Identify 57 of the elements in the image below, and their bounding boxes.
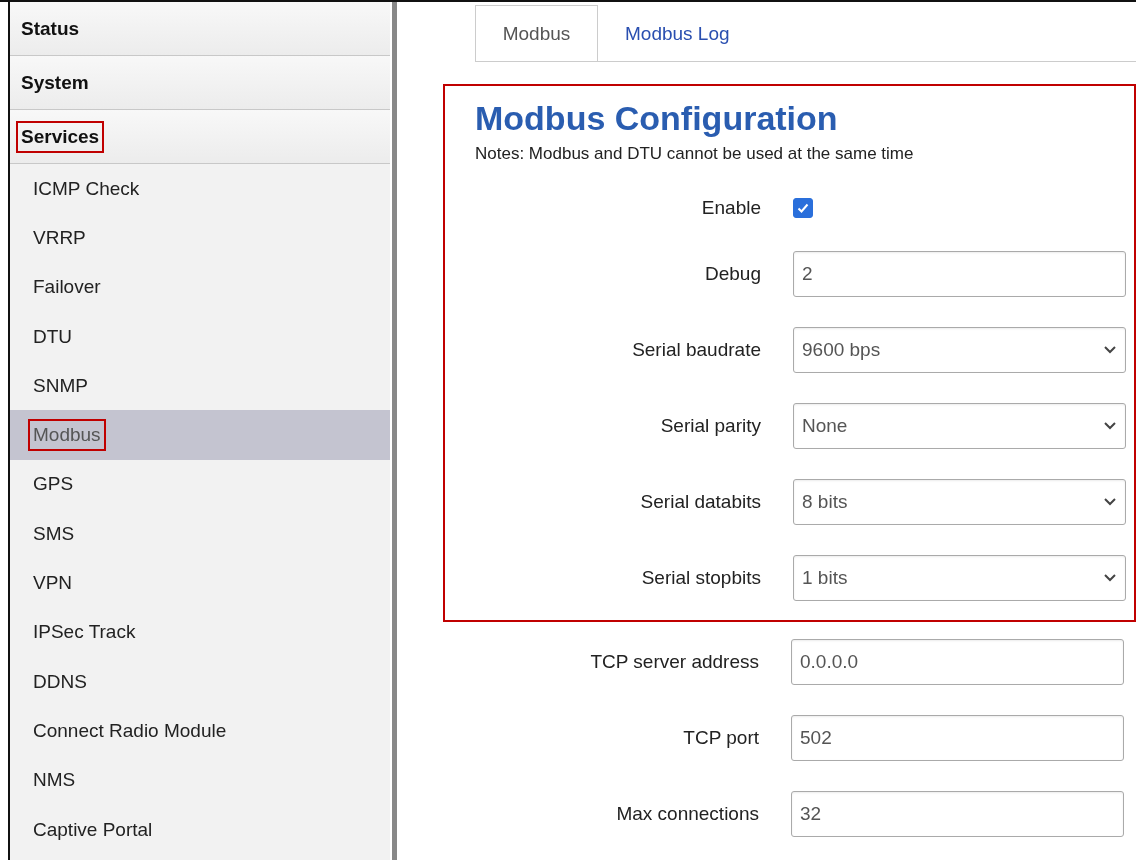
sidebar-item-row[interactable]: IPSec Track bbox=[10, 607, 391, 657]
select-field[interactable]: 8 bits bbox=[793, 479, 1126, 525]
chevron-down-icon bbox=[1103, 345, 1117, 355]
sidebar-item[interactable]: SMS bbox=[28, 517, 80, 550]
sidebar-item-row[interactable]: DTU bbox=[10, 311, 391, 362]
section-title: Modbus Configuration bbox=[475, 98, 839, 138]
sidebar-item-row[interactable]: ICMP Check bbox=[10, 164, 391, 214]
sidebar-item[interactable]: DTU bbox=[28, 320, 78, 353]
select-field[interactable]: 1 bits bbox=[793, 555, 1126, 601]
sidebar-item[interactable]: Failover bbox=[28, 271, 106, 304]
sidebar-item[interactable]: GPS bbox=[28, 468, 79, 501]
sidebar-item[interactable]: IPSec Track bbox=[28, 616, 141, 649]
sidebar-item[interactable]: ICMP Check bbox=[28, 172, 145, 205]
sidebar-item-row[interactable]: Failover bbox=[10, 262, 391, 312]
field-label: TCP server address bbox=[589, 651, 759, 673]
field-label: Serial parity bbox=[659, 415, 761, 437]
field-label: Serial stopbits bbox=[640, 567, 761, 589]
sidebar-item[interactable]: DDNS bbox=[28, 665, 92, 698]
input-field[interactable]: 2 bbox=[793, 251, 1126, 297]
sidebar-item-row[interactable]: Connect Radio Module bbox=[10, 706, 391, 756]
field-label: Enable bbox=[700, 197, 761, 219]
chevron-down-icon bbox=[1103, 421, 1117, 431]
note-text: Notes: Modbus and DTU cannot be used at the same time bbox=[475, 144, 915, 164]
select-field[interactable]: None bbox=[793, 403, 1126, 449]
input-field[interactable]: 502 bbox=[791, 715, 1124, 761]
sidebar-item-row[interactable]: DDNS bbox=[10, 656, 391, 707]
sidebar-item[interactable]: Captive Portal bbox=[28, 813, 158, 846]
sidebar-item-row[interactable]: GPS bbox=[10, 459, 391, 510]
input-field[interactable]: 32 bbox=[791, 791, 1124, 837]
sidebar-item-row[interactable]: Modbus bbox=[10, 410, 391, 460]
sidebar-item-row[interactable]: VPN bbox=[10, 558, 391, 608]
sidebar-item[interactable]: VPN bbox=[28, 567, 78, 599]
select-field[interactable]: 9600 bps bbox=[793, 327, 1126, 373]
field-label: Serial databits bbox=[639, 491, 761, 513]
sidebar-item-row[interactable]: SMS bbox=[10, 509, 391, 559]
sidebar-section[interactable]: System bbox=[16, 66, 94, 99]
chevron-down-icon bbox=[1103, 573, 1117, 583]
sidebar-item-row[interactable]: NMS bbox=[10, 755, 391, 805]
sidebar-section[interactable]: Status bbox=[16, 12, 85, 45]
enable-checkbox[interactable] bbox=[793, 198, 813, 218]
field-label: Serial baudrate bbox=[631, 339, 761, 361]
field-label: Debug bbox=[704, 263, 761, 285]
tab[interactable]: Modbus bbox=[475, 5, 598, 61]
sidebar-item[interactable]: Connect Radio Module bbox=[28, 714, 232, 747]
field-label: Max connections bbox=[615, 803, 759, 825]
sidebar-item[interactable]: Modbus bbox=[28, 419, 106, 452]
input-field[interactable]: 0.0.0.0 bbox=[791, 639, 1124, 685]
chevron-down-icon bbox=[1103, 497, 1117, 507]
sidebar-item[interactable]: NMS bbox=[28, 764, 81, 797]
sidebar-item-row[interactable]: SNMP bbox=[10, 361, 391, 411]
tab[interactable]: Modbus Log bbox=[598, 5, 757, 61]
sidebar-section[interactable]: Services bbox=[16, 120, 105, 153]
sidebar-item[interactable]: SNMP bbox=[28, 369, 93, 402]
sidebar-item[interactable]: VRRP bbox=[28, 221, 91, 254]
field-label: TCP port bbox=[682, 727, 759, 749]
sidebar-item-row[interactable]: VRRP bbox=[10, 213, 391, 263]
sidebar-item-row[interactable]: Captive Portal bbox=[10, 804, 391, 855]
